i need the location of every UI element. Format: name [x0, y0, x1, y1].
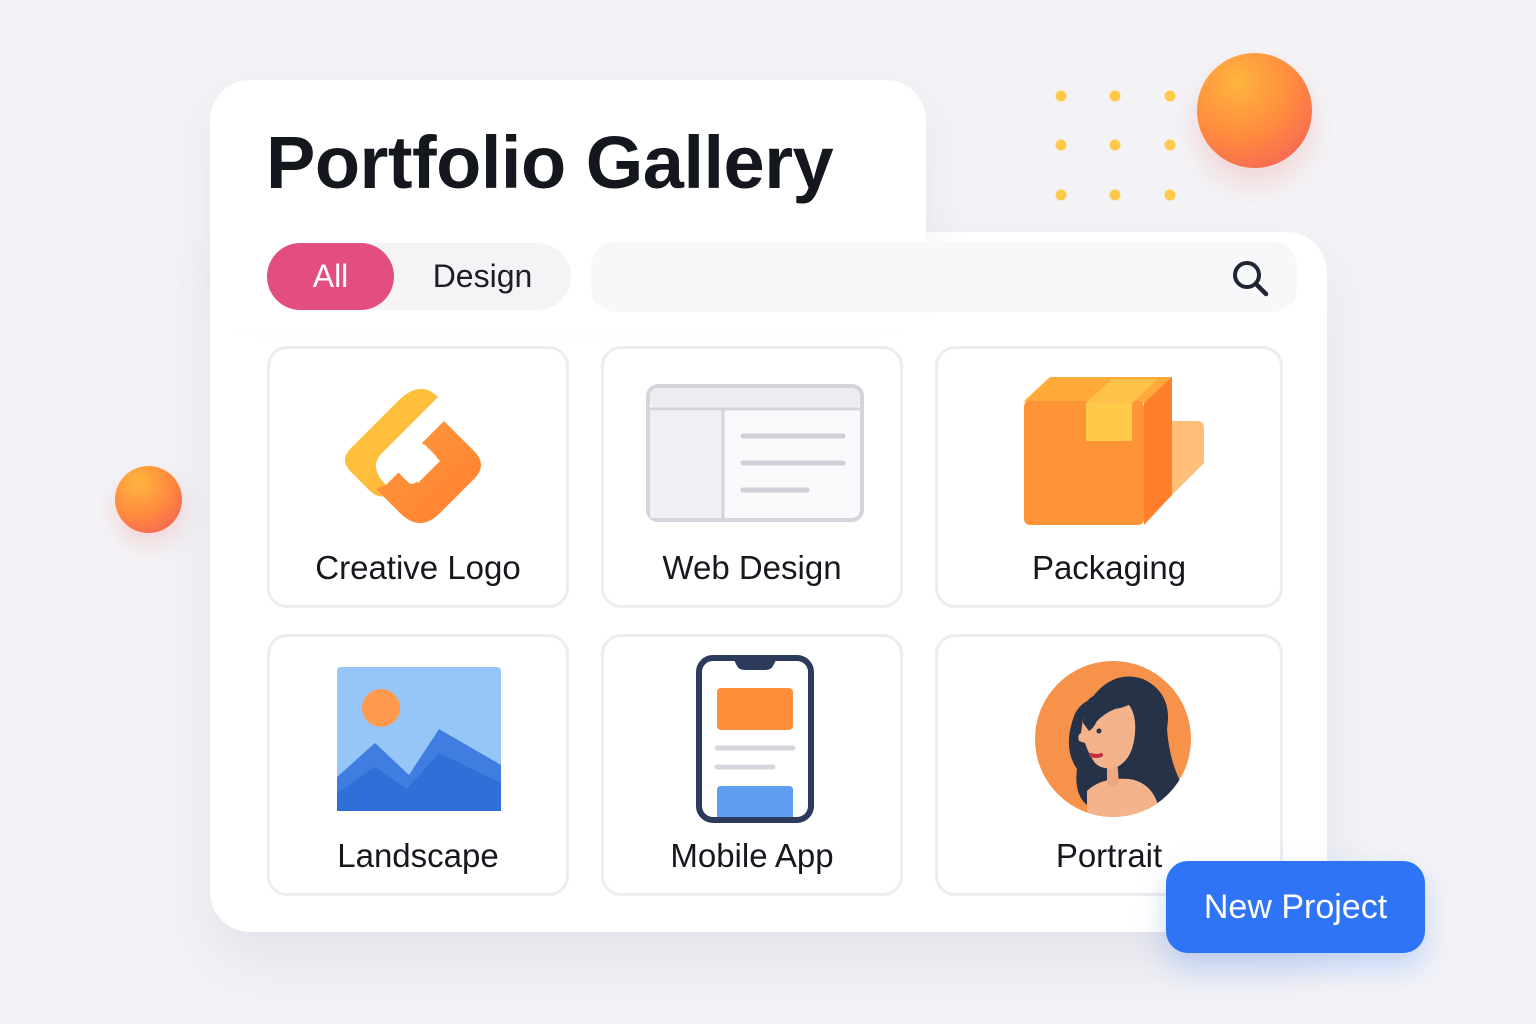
browser-window-icon	[646, 384, 864, 522]
decorative-dot-grid	[1055, 90, 1176, 201]
project-card-label: Mobile App	[670, 837, 834, 874]
project-card-landscape[interactable]: Landscape	[267, 634, 569, 896]
project-card-label: Creative Logo	[315, 549, 521, 586]
smartphone-icon	[696, 655, 814, 823]
project-card-label: Web Design	[662, 549, 842, 586]
project-card-label: Landscape	[337, 837, 499, 874]
project-card-mobile-app[interactable]: Mobile App	[601, 634, 903, 896]
project-card-portrait[interactable]: Portrait	[935, 634, 1283, 896]
logo-icon	[345, 388, 481, 523]
new-project-button[interactable]: New Project	[1166, 861, 1425, 953]
filter-tab-design[interactable]: Design	[394, 243, 571, 310]
landscape-image-icon	[337, 667, 501, 811]
portrait-avatar-icon	[1035, 661, 1191, 817]
project-card-creative-logo[interactable]: Creative Logo	[267, 346, 569, 608]
project-card-web-design[interactable]: Web Design	[601, 346, 903, 608]
project-card-packaging[interactable]: Packaging	[935, 346, 1283, 608]
page-title: Portfolio Gallery	[266, 121, 834, 204]
box-icon	[1024, 377, 1204, 525]
search-input[interactable]	[591, 242, 1297, 312]
decorative-orb-small	[115, 466, 182, 533]
filter-tab-all[interactable]: All	[267, 243, 394, 310]
filter-tabs: All Design	[267, 243, 571, 310]
project-card-label: Packaging	[1031, 549, 1187, 586]
decorative-orb-large	[1197, 53, 1312, 168]
search-icon[interactable]	[1228, 256, 1272, 300]
